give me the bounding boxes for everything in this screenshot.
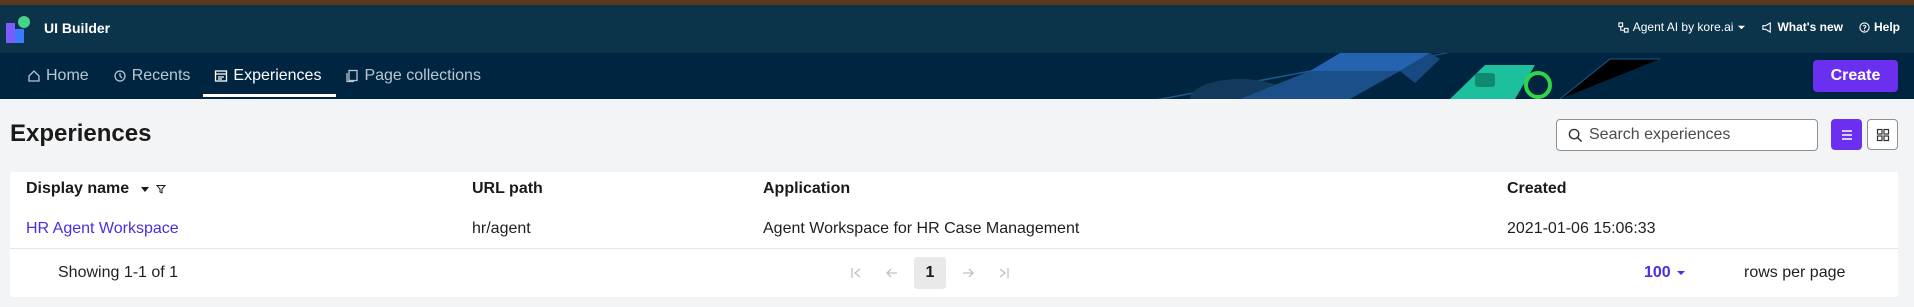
tab-experiences[interactable]: Experiences (203, 53, 337, 99)
agent-icon (1618, 21, 1629, 33)
page-title: Experiences (10, 120, 152, 147)
home-icon (28, 70, 40, 82)
app-title: UI Builder (44, 20, 111, 36)
megaphone-icon (1762, 21, 1772, 33)
agent-ai-menu[interactable]: Agent AI by kore.ai (1618, 20, 1747, 34)
experiences-icon (215, 70, 228, 82)
chevron-down-icon (1676, 271, 1685, 275)
column-header-display-name[interactable]: Display name (26, 180, 166, 198)
grid-icon (1876, 128, 1889, 141)
tab-experiences-label: Experiences (233, 67, 322, 84)
help-icon (1859, 21, 1870, 33)
ui-builder-logo-icon (6, 16, 30, 43)
list-view-button[interactable] (1831, 119, 1862, 150)
search-icon (1568, 128, 1583, 142)
next-page-button[interactable] (950, 257, 986, 289)
tab-page-collections[interactable]: Page collections (340, 53, 486, 99)
showing-count: Showing 1-1 of 1 (58, 264, 179, 281)
sort-down-icon[interactable] (140, 184, 150, 194)
tab-page-collections-label: Page collections (364, 67, 481, 84)
tab-home[interactable]: Home (22, 53, 94, 99)
list-icon (1841, 129, 1852, 140)
column-header-application[interactable]: Application (763, 180, 850, 198)
main-nav: Home Recents Experiences Page collection… (0, 53, 1914, 99)
prev-page-button[interactable] (874, 257, 910, 289)
whats-new-link[interactable]: What's new (1762, 20, 1843, 34)
search-input[interactable] (1589, 126, 1809, 144)
cell-created: 2021-01-06 15:06:33 (1507, 220, 1656, 237)
rows-per-page-value: 100 (1644, 264, 1671, 281)
first-page-button[interactable] (838, 257, 874, 289)
column-header-url-path[interactable]: URL path (472, 180, 543, 198)
top-bar: UI Builder Agent AI by kore.ai What's ne… (0, 5, 1914, 53)
help-link[interactable]: Help (1859, 20, 1900, 34)
column-header-display-name-label: Display name (26, 180, 130, 197)
nav-tabs: Home Recents Experiences Page collection… (22, 53, 500, 99)
history-icon (114, 70, 126, 82)
last-page-icon (999, 268, 1009, 278)
current-page-button[interactable]: 1 (914, 257, 946, 289)
last-page-button[interactable] (986, 257, 1022, 289)
tab-recents-label: Recents (131, 67, 191, 84)
tab-home-label: Home (46, 67, 89, 84)
cell-url-path: hr/agent (472, 220, 531, 237)
pagination: 1 (838, 257, 1022, 289)
arrow-left-icon (886, 268, 897, 278)
chevron-down-icon (1738, 25, 1746, 29)
agent-ai-label: Agent AI by kore.ai (1632, 20, 1734, 34)
arrow-right-icon (963, 268, 974, 278)
first-page-icon (851, 268, 861, 278)
whats-new-label: What's new (1777, 20, 1843, 34)
rows-per-page-label: rows per page (1744, 264, 1846, 281)
search-box[interactable] (1556, 119, 1818, 151)
cell-application: Agent Workspace for HR Case Management (763, 220, 1080, 237)
header-illustration (1157, 53, 1660, 99)
cell-display-name[interactable]: HR Agent Workspace (26, 220, 179, 238)
tab-recents[interactable]: Recents (108, 53, 196, 99)
column-header-created[interactable]: Created (1507, 180, 1567, 198)
pages-icon (346, 69, 359, 83)
help-label: Help (1873, 20, 1900, 34)
top-right-menu: Agent AI by kore.ai What's new Help (1618, 20, 1900, 34)
create-button[interactable]: Create (1813, 60, 1898, 92)
filter-icon[interactable] (155, 184, 166, 194)
table-divider (10, 248, 1898, 249)
rows-per-page-select[interactable]: 100 (1644, 264, 1686, 282)
grid-view-button[interactable] (1867, 119, 1898, 150)
